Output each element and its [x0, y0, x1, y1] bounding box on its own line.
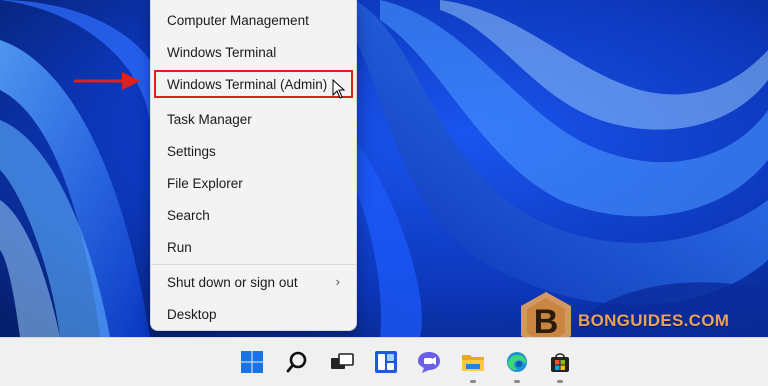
menu-item-label: Run: [167, 239, 192, 255]
menu-item-label: File Explorer: [167, 175, 243, 191]
winx-context-menu: Computer Management Windows Terminal Win…: [150, 0, 357, 331]
edge-icon[interactable]: [501, 346, 533, 378]
menu-item-file-explorer[interactable]: File Explorer: [151, 169, 356, 197]
mouse-cursor-icon: [332, 79, 346, 99]
watermark-text: BONGUIDES.COM: [578, 311, 730, 330]
menu-item-task-manager[interactable]: Task Manager: [151, 105, 356, 133]
menu-item-shut-down-or-sign-out[interactable]: Shut down or sign out ›: [151, 268, 356, 296]
widgets-icon[interactable]: [370, 346, 402, 378]
menu-item-search[interactable]: Search: [151, 201, 356, 229]
menu-item-run[interactable]: Run: [151, 233, 356, 261]
chat-icon[interactable]: [413, 346, 445, 378]
menu-item-settings[interactable]: Settings: [151, 137, 356, 165]
menu-item-label: Settings: [167, 143, 216, 159]
menu-item-label: Windows Terminal: [167, 44, 277, 60]
task-view-icon[interactable]: [326, 346, 358, 378]
pointer-arrow-icon: [74, 72, 140, 90]
menu-item-desktop[interactable]: Desktop: [151, 300, 356, 328]
running-indicator: [470, 380, 476, 383]
menu-item-windows-terminal-admin[interactable]: Windows Terminal (Admin): [154, 70, 353, 98]
menu-item-label: Windows Terminal (Admin): [167, 76, 328, 92]
windows-start-icon[interactable]: [236, 346, 268, 378]
search-icon[interactable]: [281, 346, 313, 378]
chevron-right-icon: ›: [335, 274, 340, 289]
running-indicator: [514, 380, 520, 383]
taskbar: [0, 337, 768, 386]
menu-item-label: Computer Management: [167, 12, 309, 28]
menu-item-label: Desktop: [167, 306, 217, 322]
menu-item-windows-terminal[interactable]: Windows Terminal: [151, 38, 356, 66]
running-indicator: [557, 380, 563, 383]
watermark-letter: B: [534, 303, 559, 341]
file-explorer-icon[interactable]: [457, 346, 489, 378]
desktop-wallpaper: [0, 0, 768, 337]
menu-item-computer-management[interactable]: Computer Management: [151, 6, 356, 34]
menu-item-label: Task Manager: [167, 111, 252, 127]
store-icon[interactable]: [544, 346, 576, 378]
menu-separator: [151, 264, 356, 265]
menu-item-label: Shut down or sign out: [167, 274, 298, 290]
menu-item-label: Search: [167, 207, 210, 223]
